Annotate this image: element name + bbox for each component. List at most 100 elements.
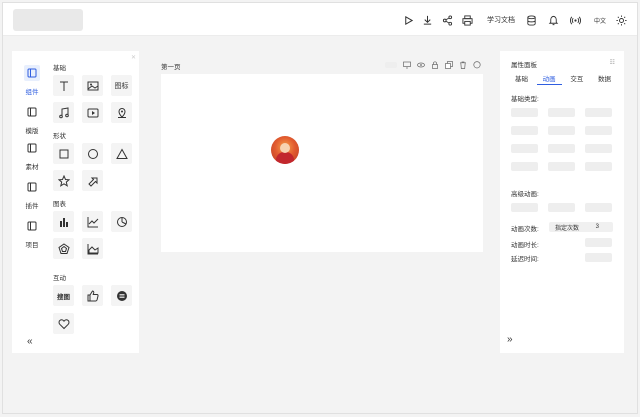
area-chart-component[interactable] [82, 238, 103, 259]
screen-icon[interactable] [403, 61, 411, 69]
pie-chart-icon [116, 216, 127, 227]
nav-components[interactable]: 组件 [17, 65, 47, 96]
animation-count-select[interactable]: 指定次数 3 [549, 222, 613, 232]
print-icon[interactable] [461, 12, 473, 28]
arrow-shape[interactable] [82, 170, 103, 191]
database-icon[interactable] [525, 12, 537, 28]
icon-component[interactable]: 图标 [111, 75, 132, 96]
heart-component[interactable] [53, 313, 74, 334]
rectangle-icon [59, 149, 68, 158]
animation-option[interactable] [548, 126, 575, 135]
image-component[interactable] [82, 75, 103, 96]
canvas-toolbar [385, 61, 481, 69]
logo-placeholder [13, 9, 83, 31]
area-chart-icon [87, 243, 98, 254]
delay-input[interactable] [585, 253, 612, 262]
animation-option[interactable] [548, 108, 575, 117]
advanced-animation-option[interactable] [585, 203, 612, 212]
close-icon[interactable]: ✕ [131, 54, 136, 61]
radar-chart-component[interactable] [53, 238, 74, 259]
star-shape[interactable] [53, 170, 74, 191]
video-icon [87, 108, 98, 117]
animation-option[interactable] [511, 144, 538, 153]
text-component[interactable] [53, 75, 74, 96]
star-icon [57, 174, 70, 187]
music-icon [58, 106, 69, 118]
material-icon [24, 140, 40, 156]
comment-icon[interactable] [473, 61, 481, 69]
editing-canvas[interactable] [161, 74, 483, 252]
page-switch[interactable] [385, 62, 397, 68]
components-icon [24, 65, 40, 81]
circle-shape[interactable] [82, 143, 103, 164]
panel-title: 属性面板 [511, 62, 537, 69]
section-title-interactive: 互动 [53, 275, 66, 282]
broadcast-icon[interactable] [569, 12, 581, 28]
bell-icon[interactable] [547, 12, 559, 28]
animation-option[interactable] [585, 126, 612, 135]
animation-option[interactable] [585, 144, 612, 153]
tab-basic[interactable]: 基础 [509, 73, 534, 85]
nav-plugins[interactable]: 插件 [17, 179, 47, 210]
lock-icon[interactable] [431, 61, 439, 69]
nav-label: 项目 [25, 242, 39, 249]
animation-option[interactable] [548, 144, 575, 153]
download-icon[interactable] [421, 12, 433, 28]
location-component[interactable] [111, 102, 132, 123]
pie-chart-component[interactable] [111, 211, 132, 232]
animation-option[interactable] [511, 162, 538, 171]
radar-chart-icon [57, 242, 70, 254]
nav-materials[interactable]: 素材 [17, 140, 47, 171]
avatar-image[interactable] [271, 136, 299, 164]
nav-templates[interactable]: 模版 [17, 104, 47, 135]
collapse-right-icon[interactable]: » [507, 334, 513, 345]
triangle-shape[interactable] [111, 143, 132, 164]
eye-icon[interactable] [417, 61, 425, 69]
animation-option[interactable] [585, 162, 612, 171]
avatar-face [280, 143, 290, 153]
rectangle-shape[interactable] [53, 143, 74, 164]
tab-data[interactable]: 数据 [592, 73, 617, 85]
animation-option[interactable] [511, 126, 538, 135]
animation-option[interactable] [511, 108, 538, 117]
panel-menu-icon[interactable]: ☷ [610, 59, 615, 66]
animation-option[interactable] [548, 162, 575, 171]
study-docs-link[interactable]: 学习文档 [487, 12, 515, 28]
section-title-basic: 基础 [53, 65, 66, 72]
section-title-shapes: 形状 [53, 133, 66, 140]
template-icon [24, 104, 40, 120]
animation-option[interactable] [585, 108, 612, 117]
bar-chart-component[interactable] [53, 211, 74, 232]
app-window: 学习文档 中文 ✕ 组件 模版 素材 插件 项目 基础 图标 形状 图表 互动 … [2, 2, 638, 414]
sun-icon[interactable] [615, 12, 627, 28]
copy-icon[interactable] [445, 61, 453, 69]
line-chart-component[interactable] [82, 211, 103, 232]
tab-interaction[interactable]: 交互 [564, 73, 589, 85]
icon-tile-label: 图标 [114, 82, 129, 90]
animation-duration-input[interactable] [585, 238, 612, 247]
advanced-animation-option[interactable] [548, 203, 575, 212]
like-component[interactable] [82, 285, 103, 306]
animation-count-value: 3 [595, 224, 599, 230]
trash-icon[interactable] [459, 61, 467, 69]
advanced-animation-option[interactable] [511, 203, 538, 212]
search-image-component[interactable]: 搜图 [53, 285, 74, 306]
nav-projects[interactable]: 项目 [17, 218, 47, 249]
properties-tabs: 基础 动画 交互 数据 [509, 73, 617, 85]
music-component[interactable] [53, 102, 74, 123]
share-icon[interactable] [441, 12, 453, 28]
vote-icon [116, 290, 127, 301]
plugin-icon [24, 179, 40, 195]
play-icon[interactable] [402, 12, 414, 28]
vote-component[interactable] [111, 285, 132, 306]
triangle-icon [115, 147, 128, 159]
language-switch[interactable]: 中文 [593, 12, 607, 28]
video-component[interactable] [82, 102, 103, 123]
tab-animation[interactable]: 动画 [536, 73, 562, 85]
search-image-label: 搜图 [57, 293, 70, 301]
collapse-left-icon[interactable]: « [27, 336, 33, 347]
component-panel: ✕ 组件 模版 素材 插件 项目 基础 图标 形状 图表 互动 搜图 « [12, 51, 139, 353]
nav-label: 素材 [25, 164, 39, 171]
avatar-body [276, 152, 294, 164]
thumbs-up-icon [87, 289, 99, 301]
